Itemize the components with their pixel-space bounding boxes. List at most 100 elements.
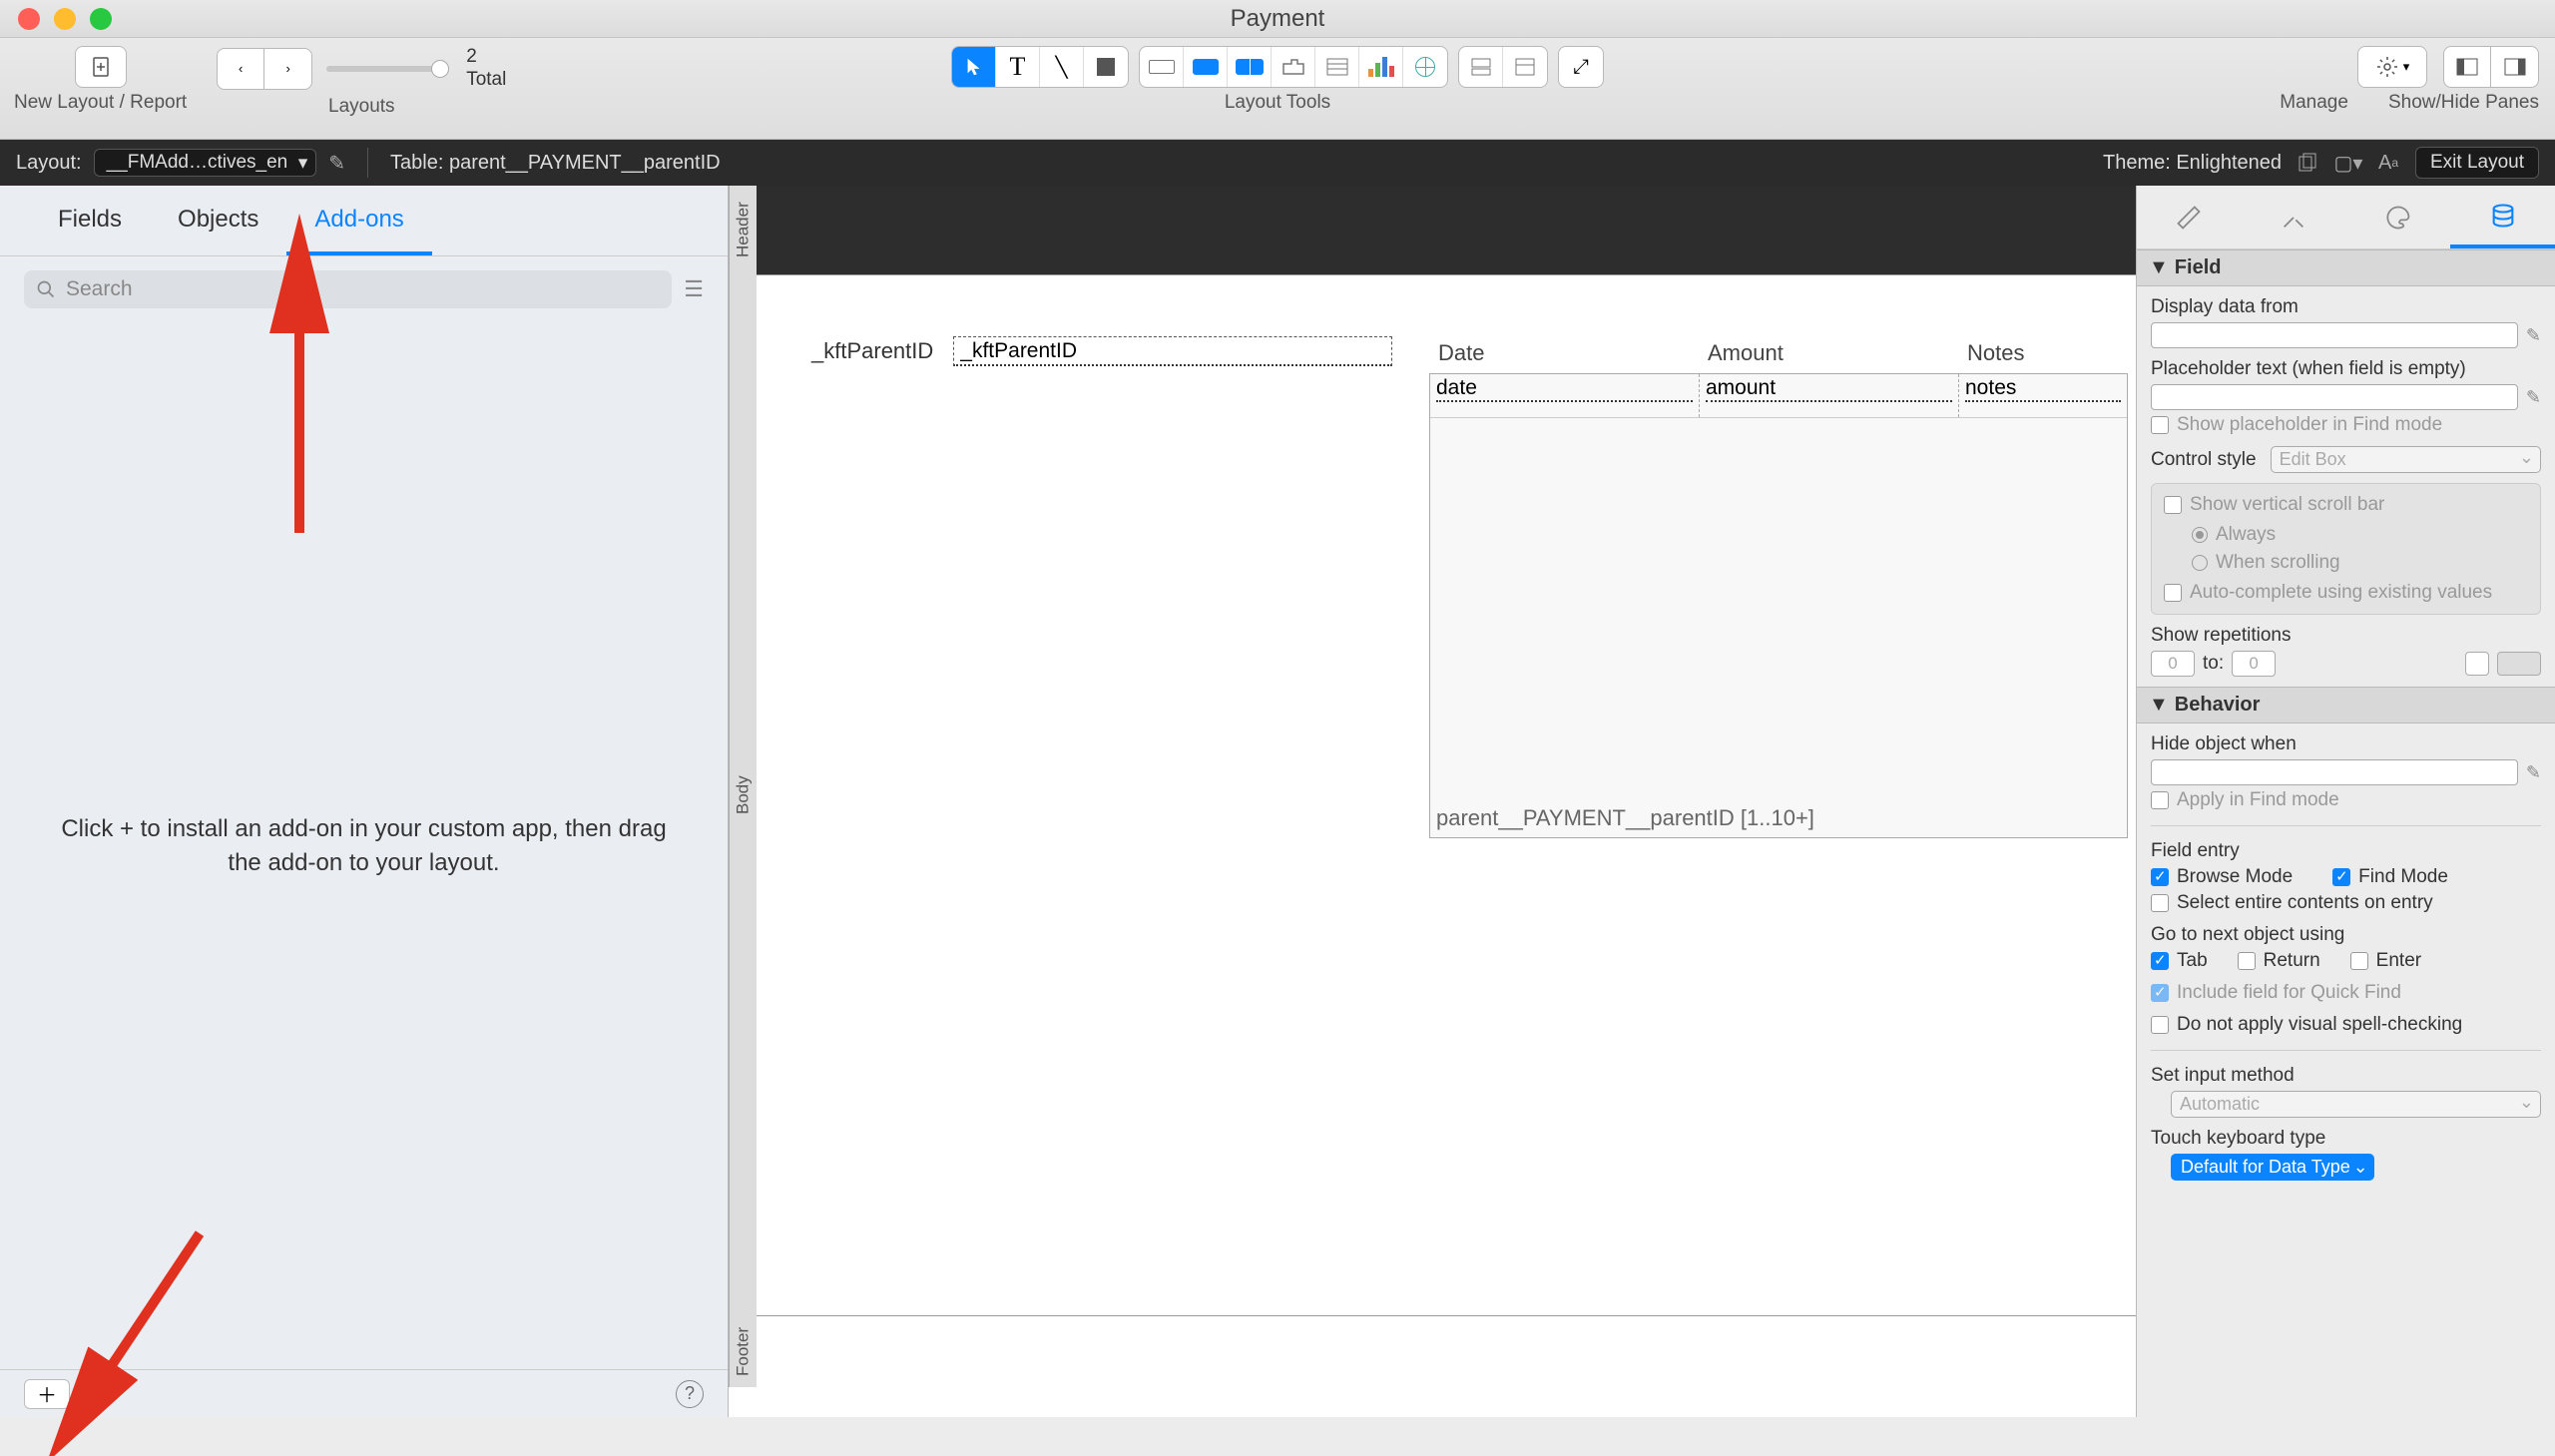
return-checkbox[interactable] bbox=[2238, 952, 2256, 970]
show-reps-label: Show repetitions bbox=[2151, 625, 2541, 647]
part-tool[interactable] bbox=[1503, 47, 1547, 87]
footer-part-label[interactable]: Footer bbox=[729, 1315, 757, 1387]
prev-layout-button[interactable]: ‹ bbox=[217, 48, 264, 90]
line-tool[interactable]: ╲ bbox=[1040, 47, 1084, 87]
body-part-label[interactable]: Body bbox=[729, 274, 757, 1315]
field-box-kftparentid[interactable]: _kftParentID bbox=[953, 336, 1392, 366]
tab-addons[interactable]: Add-ons bbox=[286, 186, 431, 255]
display-data-input[interactable] bbox=[2151, 322, 2518, 348]
spell-checkbox[interactable] bbox=[2151, 1016, 2169, 1034]
tab-fields[interactable]: Fields bbox=[30, 186, 150, 255]
control-style-select[interactable]: Edit Box bbox=[2271, 446, 2541, 473]
search-input[interactable]: Search bbox=[24, 270, 672, 308]
portal-cell-amount[interactable]: amount bbox=[1700, 374, 1959, 417]
scrollbar-checkbox[interactable] bbox=[2164, 496, 2182, 514]
left-pane-toggle[interactable] bbox=[2443, 46, 2491, 88]
button-tool[interactable] bbox=[1184, 47, 1228, 87]
new-layout-label: New Layout / Report bbox=[14, 92, 187, 114]
theme-style-icon[interactable]: ▢▾ bbox=[2335, 150, 2361, 176]
selection-tool[interactable] bbox=[952, 47, 996, 87]
table-label: Table: parent__PAYMENT__parentID bbox=[390, 152, 721, 175]
field-label-kftparentid[interactable]: _kftParentID bbox=[811, 338, 933, 364]
placeholder-label: Placeholder text (when field is empty) bbox=[2151, 358, 2541, 380]
layout-total-label: Total bbox=[466, 69, 506, 92]
next-layout-button[interactable]: › bbox=[264, 48, 312, 90]
list-view-icon[interactable]: ☰ bbox=[684, 276, 704, 302]
inspector-tab-appearance[interactable] bbox=[2346, 186, 2451, 248]
tab-tool[interactable] bbox=[1272, 47, 1315, 87]
portal-cell-date[interactable]: date bbox=[1430, 374, 1700, 417]
goto-label: Go to next object using bbox=[2151, 924, 2541, 946]
header-part-label[interactable]: Header bbox=[729, 186, 757, 274]
edit-placeholder-icon[interactable]: ✎ bbox=[2526, 387, 2541, 408]
edit-display-data-icon[interactable]: ✎ bbox=[2526, 325, 2541, 346]
tab-objects[interactable]: Objects bbox=[150, 186, 286, 255]
portal-header-amount[interactable]: Amount bbox=[1700, 336, 1959, 370]
always-radio[interactable] bbox=[2192, 527, 2208, 543]
layout-select[interactable]: __FMAdd…ctives_en bbox=[94, 149, 317, 177]
minimize-window[interactable] bbox=[54, 8, 76, 30]
add-addon-button[interactable]: ＋ bbox=[24, 1379, 70, 1409]
chart-icon bbox=[1368, 57, 1394, 77]
rep-to-input[interactable] bbox=[2232, 651, 2276, 677]
section-field[interactable]: ▼ Field bbox=[2137, 249, 2555, 286]
field-picker-tool[interactable] bbox=[1459, 47, 1503, 87]
tab-checkbox[interactable] bbox=[2151, 952, 2169, 970]
zoom-window[interactable] bbox=[90, 8, 112, 30]
titlebar: Payment bbox=[0, 0, 2555, 38]
quick-find-checkbox[interactable] bbox=[2151, 984, 2169, 1002]
placeholder-input[interactable] bbox=[2151, 384, 2518, 410]
rep-orientation-h[interactable] bbox=[2497, 652, 2541, 676]
ruler-icon bbox=[2175, 204, 2203, 232]
close-window[interactable] bbox=[18, 8, 40, 30]
portal-header-date[interactable]: Date bbox=[1430, 336, 1700, 370]
display-data-label: Display data from bbox=[2151, 296, 2541, 318]
show-placeholder-checkbox[interactable] bbox=[2151, 416, 2169, 434]
right-pane-toggle[interactable] bbox=[2491, 46, 2539, 88]
browse-mode-checkbox[interactable] bbox=[2151, 868, 2169, 886]
button-bar-tool[interactable] bbox=[1228, 47, 1272, 87]
inspector-tab-styles[interactable] bbox=[2242, 186, 2346, 248]
theme-copy-icon[interactable] bbox=[2296, 150, 2321, 176]
hide-input[interactable] bbox=[2151, 759, 2518, 785]
layout-tools-label: Layout Tools bbox=[1225, 92, 1330, 114]
help-button[interactable]: ? bbox=[676, 1380, 704, 1408]
input-method-select[interactable]: Automatic bbox=[2171, 1091, 2541, 1118]
rep-from-input[interactable] bbox=[2151, 651, 2195, 677]
portal-cell-notes[interactable]: notes bbox=[1959, 374, 2127, 417]
tools-icon bbox=[2280, 204, 2307, 232]
input-method-label: Set input method bbox=[2151, 1065, 2541, 1087]
webviewer-tool[interactable] bbox=[1403, 47, 1447, 87]
text-format-icon[interactable]: Aa bbox=[2375, 150, 2401, 176]
edit-layout-icon[interactable]: ✎ bbox=[328, 151, 345, 176]
enter-checkbox[interactable] bbox=[2350, 952, 2368, 970]
portal-header-notes[interactable]: Notes bbox=[1959, 336, 2127, 370]
portal-tool[interactable] bbox=[1315, 47, 1359, 87]
find-mode-checkbox[interactable] bbox=[2332, 868, 2350, 886]
inspector-tab-position[interactable] bbox=[2137, 186, 2242, 248]
new-layout-button[interactable] bbox=[75, 46, 127, 88]
when-scrolling-radio[interactable] bbox=[2192, 555, 2208, 571]
manage-button[interactable]: ▾ bbox=[2357, 46, 2427, 88]
shape-tool[interactable] bbox=[1084, 47, 1128, 87]
keyboard-select[interactable]: Default for Data Type bbox=[2171, 1154, 2374, 1181]
format-painter-tool[interactable]: ⤢ bbox=[1559, 47, 1603, 87]
portal[interactable]: Date Amount Notes date amount notes pare… bbox=[1429, 373, 2128, 838]
select-contents-checkbox[interactable] bbox=[2151, 894, 2169, 912]
inspector-tab-data[interactable] bbox=[2450, 186, 2555, 248]
main: Fields Objects Add-ons Search ☰ Click + … bbox=[0, 186, 2555, 1417]
rep-orientation-v[interactable] bbox=[2465, 652, 2489, 676]
apply-find-checkbox[interactable] bbox=[2151, 791, 2169, 809]
section-behavior[interactable]: ▼ Behavior bbox=[2137, 687, 2555, 724]
exit-layout-button[interactable]: Exit Layout bbox=[2415, 147, 2539, 179]
edit-hide-icon[interactable]: ✎ bbox=[2526, 762, 2541, 783]
palette-icon bbox=[2384, 204, 2412, 232]
text-tool[interactable]: T bbox=[996, 47, 1040, 87]
layout-bar: Layout: __FMAdd…ctives_en ✎ Table: paren… bbox=[0, 140, 2555, 186]
field-tool[interactable] bbox=[1140, 47, 1184, 87]
chart-tool[interactable] bbox=[1359, 47, 1403, 87]
autocomplete-checkbox[interactable] bbox=[2164, 584, 2182, 602]
layout-canvas[interactable]: Header Body Footer _kftParentID _kftPare… bbox=[729, 186, 2136, 1417]
search-placeholder: Search bbox=[66, 277, 133, 301]
layout-slider[interactable] bbox=[326, 66, 446, 72]
